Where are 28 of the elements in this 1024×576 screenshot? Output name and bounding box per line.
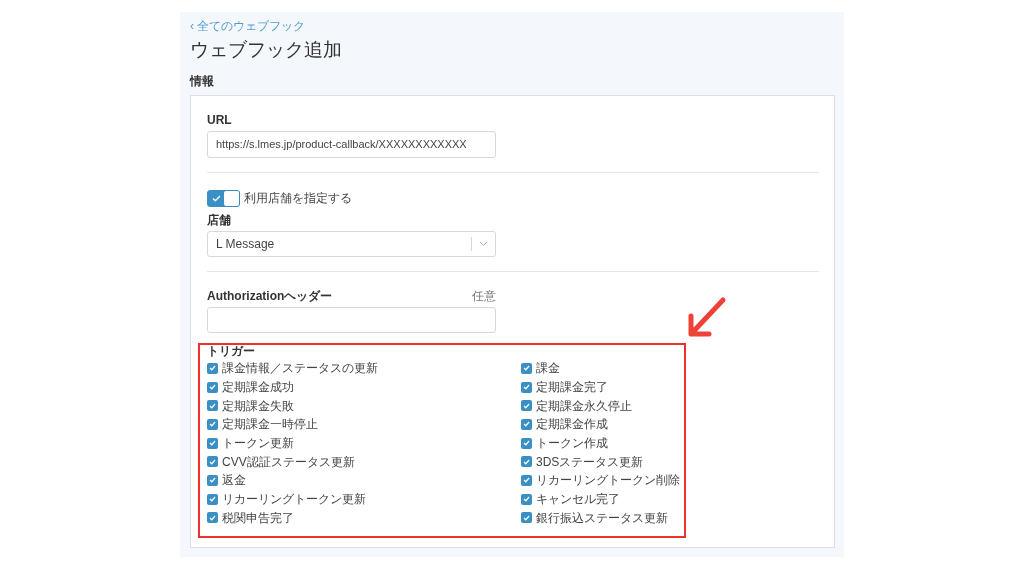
field-label: URL (207, 113, 233, 127)
checkbox-label: リカーリングトークン更新 (222, 492, 366, 507)
url-field[interactable]: https://s.lmes.jp/product-callback/XXXXXXXXXXXX (207, 131, 496, 158)
checkbox-label: 返金 (222, 473, 246, 488)
checkbox-label: トークン作成 (536, 436, 608, 451)
checkbox-label: 税関申告完了 (222, 510, 294, 525)
checkbox-label: 定期課金永久停止 (536, 398, 632, 413)
checkbox-label: 銀行振込ステータス更新 (536, 510, 668, 525)
field-label: Authorizationヘッダー (207, 289, 333, 303)
section-label: 情報 (190, 74, 215, 88)
checkbox-label: 定期課金完了 (536, 380, 608, 395)
page-title: ウェブフック追加 (190, 38, 343, 62)
field-label: トリガー (207, 344, 256, 358)
field-label: 店舗 (207, 213, 232, 227)
checkbox-label: 定期課金作成 (536, 417, 608, 432)
checkbox-label: 定期課金一時停止 (222, 417, 318, 432)
checkbox-label: 課金 (536, 361, 560, 376)
checkbox-label: 定期課金成功 (222, 380, 294, 395)
checkbox-label: リカーリングトークン削除 (536, 473, 680, 488)
checkbox-label: CVV認証ステータス更新 (222, 454, 355, 469)
optional-hint: 任意 (472, 289, 496, 303)
checkbox-label: トークン更新 (222, 436, 294, 451)
checkbox-label: キャンセル完了 (536, 492, 620, 507)
store-select[interactable]: L Message (207, 231, 496, 257)
checkbox-label: 定期課金失敗 (222, 398, 294, 413)
toggle-label: 利用店舗を指定する (244, 190, 352, 207)
checkbox-label: 課金情報／ステータスの更新 (222, 361, 378, 376)
checkbox-label: 3DSステータス更新 (536, 454, 644, 469)
